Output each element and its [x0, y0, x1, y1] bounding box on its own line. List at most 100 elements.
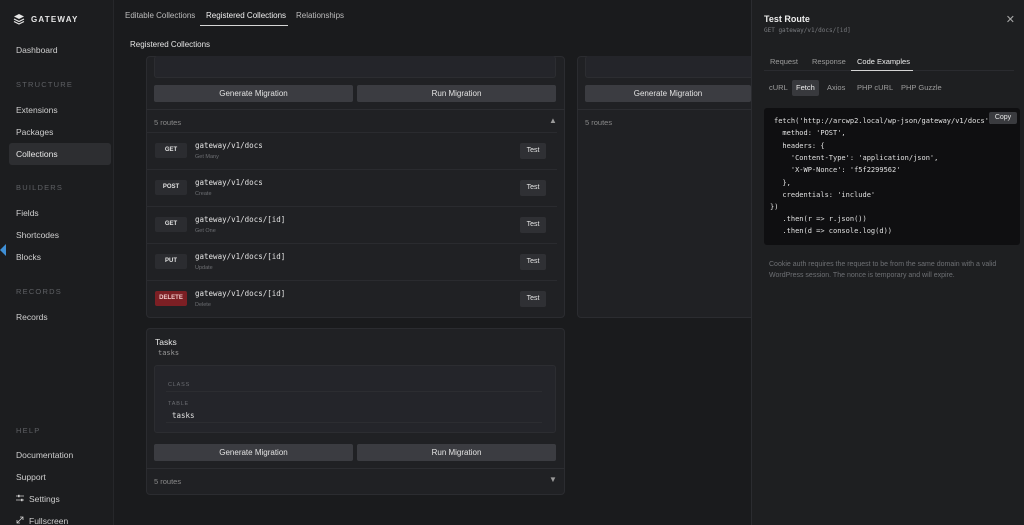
layers-icon — [13, 13, 25, 25]
tab-relationships[interactable]: Relationships — [296, 11, 344, 20]
code-line: credentials: 'include' — [774, 191, 876, 199]
code-example[interactable]: fetch('http://arcwp2.local/wp-json/gatew… — [764, 108, 1020, 245]
route-path: gateway/v1/docs — [195, 178, 263, 187]
tab-editable-collections[interactable]: Editable Collections — [125, 11, 195, 20]
section-label-structure: STRUCTURE — [16, 80, 74, 89]
code-line: }, — [774, 179, 791, 187]
route-path: gateway/v1/docs/[id] — [195, 252, 286, 261]
collapse-handle[interactable] — [0, 244, 6, 256]
sidebar-item-fullscreen[interactable]: Fullscreen — [9, 510, 111, 525]
lang-tab-fetch[interactable]: Fetch — [792, 80, 819, 96]
sidebar-item-collections[interactable]: Collections — [9, 143, 111, 165]
collection-title: Tasks — [155, 337, 177, 347]
tab-request[interactable]: Request — [770, 57, 798, 66]
route-row: POST gateway/v1/docs Create Test — [146, 169, 557, 206]
sidebar-item-documentation[interactable]: Documentation — [9, 444, 111, 466]
sidebar-item-settings[interactable]: Settings — [9, 488, 111, 510]
generate-migration-button[interactable]: Generate Migration — [154, 444, 353, 461]
section-label-help: HELP — [16, 426, 41, 435]
lang-tab-axios[interactable]: Axios — [823, 80, 849, 96]
chevron-down-icon[interactable]: ▼ — [549, 475, 557, 484]
copy-button[interactable]: Copy — [989, 112, 1017, 124]
sidebar-item-support[interactable]: Support — [9, 466, 111, 488]
field-box — [585, 56, 755, 78]
test-route-button[interactable]: Test — [520, 291, 546, 307]
expand-icon — [16, 510, 24, 525]
collection-tabs: Editable Collections Registered Collecti… — [114, 0, 751, 30]
sidebar-item-extensions[interactable]: Extensions — [9, 99, 111, 121]
route-path: gateway/v1/docs — [195, 141, 263, 150]
route-path: gateway/v1/docs/[id] — [195, 289, 286, 298]
sidebar-item-label: Settings — [29, 494, 60, 504]
route-row: GET gateway/v1/docs/[id] Get One Test — [146, 206, 557, 243]
code-line: }) — [770, 203, 779, 211]
lang-tab-php-guzzle[interactable]: PHP Guzzle — [897, 80, 946, 96]
route-description: Create — [195, 191, 212, 197]
routes-count[interactable]: 5 routes — [585, 118, 612, 127]
code-line: .then(r => r.json()) — [774, 215, 867, 223]
method-badge: GET — [155, 143, 187, 158]
tab-code-examples[interactable]: Code Examples — [857, 57, 910, 66]
sidebar-item-blocks[interactable]: Blocks — [9, 246, 111, 268]
section-label-records: RECORDS — [16, 287, 62, 296]
section-label-builders: BUILDERS — [16, 183, 64, 192]
active-tab-underline — [200, 25, 288, 26]
routes-count[interactable]: 5 routes — [154, 477, 181, 486]
collection-slug: tasks — [158, 349, 180, 357]
code-line: 'Content-Type': 'application/json', — [774, 154, 939, 162]
code-line: .then(d => console.log(d)) — [774, 227, 893, 235]
method-badge: POST — [155, 180, 187, 195]
sidebar-item-label: Records — [16, 312, 48, 322]
sidebar-item-fields[interactable]: Fields — [9, 202, 111, 224]
divider — [166, 422, 542, 423]
table-value: tasks — [172, 411, 195, 420]
sidebar-item-label: Extensions — [16, 105, 58, 115]
method-badge: DELETE — [155, 291, 187, 306]
code-line: method: 'POST', — [774, 129, 846, 137]
run-migration-button[interactable]: Run Migration — [357, 444, 556, 461]
sidebar-item-label: Fields — [16, 208, 39, 218]
route-description: Update — [195, 265, 213, 271]
run-migration-button[interactable]: Run Migration — [357, 85, 556, 102]
divider — [577, 109, 751, 110]
divider — [146, 468, 565, 469]
route-row: PUT gateway/v1/docs/[id] Update Test — [146, 243, 557, 280]
route-path: gateway/v1/docs/[id] — [195, 215, 286, 224]
sidebar-item-dashboard[interactable]: Dashboard — [9, 39, 111, 61]
field-box — [154, 56, 556, 78]
test-route-button[interactable]: Test — [520, 180, 546, 196]
sidebar-item-label: Blocks — [16, 252, 42, 262]
lang-tab-curl[interactable]: cURL — [765, 80, 792, 96]
close-icon[interactable]: ✕ — [1006, 13, 1015, 26]
class-label: CLASS — [168, 382, 191, 388]
brand-name: GATEWAY — [31, 14, 79, 24]
code-line: fetch('http://arcwp2.local/wp-json/gatew… — [774, 117, 994, 125]
sidebar-item-records[interactable]: Records — [9, 306, 111, 328]
chevron-up-icon[interactable]: ▲ — [549, 116, 557, 125]
generate-migration-button[interactable]: Generate Migration — [154, 85, 353, 102]
brand[interactable]: GATEWAY — [13, 13, 79, 25]
sidebar-item-shortcodes[interactable]: Shortcodes — [9, 224, 111, 246]
lang-tab-php-curl[interactable]: PHP cURL — [853, 80, 897, 96]
sidebar-item-packages[interactable]: Packages — [9, 121, 111, 143]
test-route-button[interactable]: Test — [520, 143, 546, 159]
route-description: Get Many — [195, 154, 219, 160]
table-label: TABLE — [168, 401, 190, 407]
tab-response[interactable]: Response — [812, 57, 846, 66]
route-row: DELETE gateway/v1/docs/[id] Delete Test — [146, 280, 557, 317]
sidebar-item-label: Shortcodes — [16, 230, 59, 240]
test-route-panel: Test Route GET gateway/v1/docs/[id] ✕ Re… — [751, 0, 1024, 525]
divider — [146, 109, 565, 110]
code-line: 'X-WP-Nonce': 'f5f2299562' — [774, 166, 901, 174]
test-route-button[interactable]: Test — [520, 254, 546, 270]
panel-title: Test Route — [764, 14, 810, 24]
sidebar-item-label: Packages — [16, 127, 54, 137]
sidebar-item-label: Dashboard — [16, 45, 58, 55]
sidebar-item-label: Collections — [16, 149, 58, 159]
panel-subtitle: GET gateway/v1/docs/[id] — [764, 27, 851, 34]
tab-registered-collections[interactable]: Registered Collections — [206, 11, 286, 20]
route-row: GET gateway/v1/docs Get Many Test — [146, 132, 557, 169]
generate-migration-button[interactable]: Generate Migration — [585, 85, 751, 102]
test-route-button[interactable]: Test — [520, 217, 546, 233]
routes-count[interactable]: 5 routes — [154, 118, 181, 127]
